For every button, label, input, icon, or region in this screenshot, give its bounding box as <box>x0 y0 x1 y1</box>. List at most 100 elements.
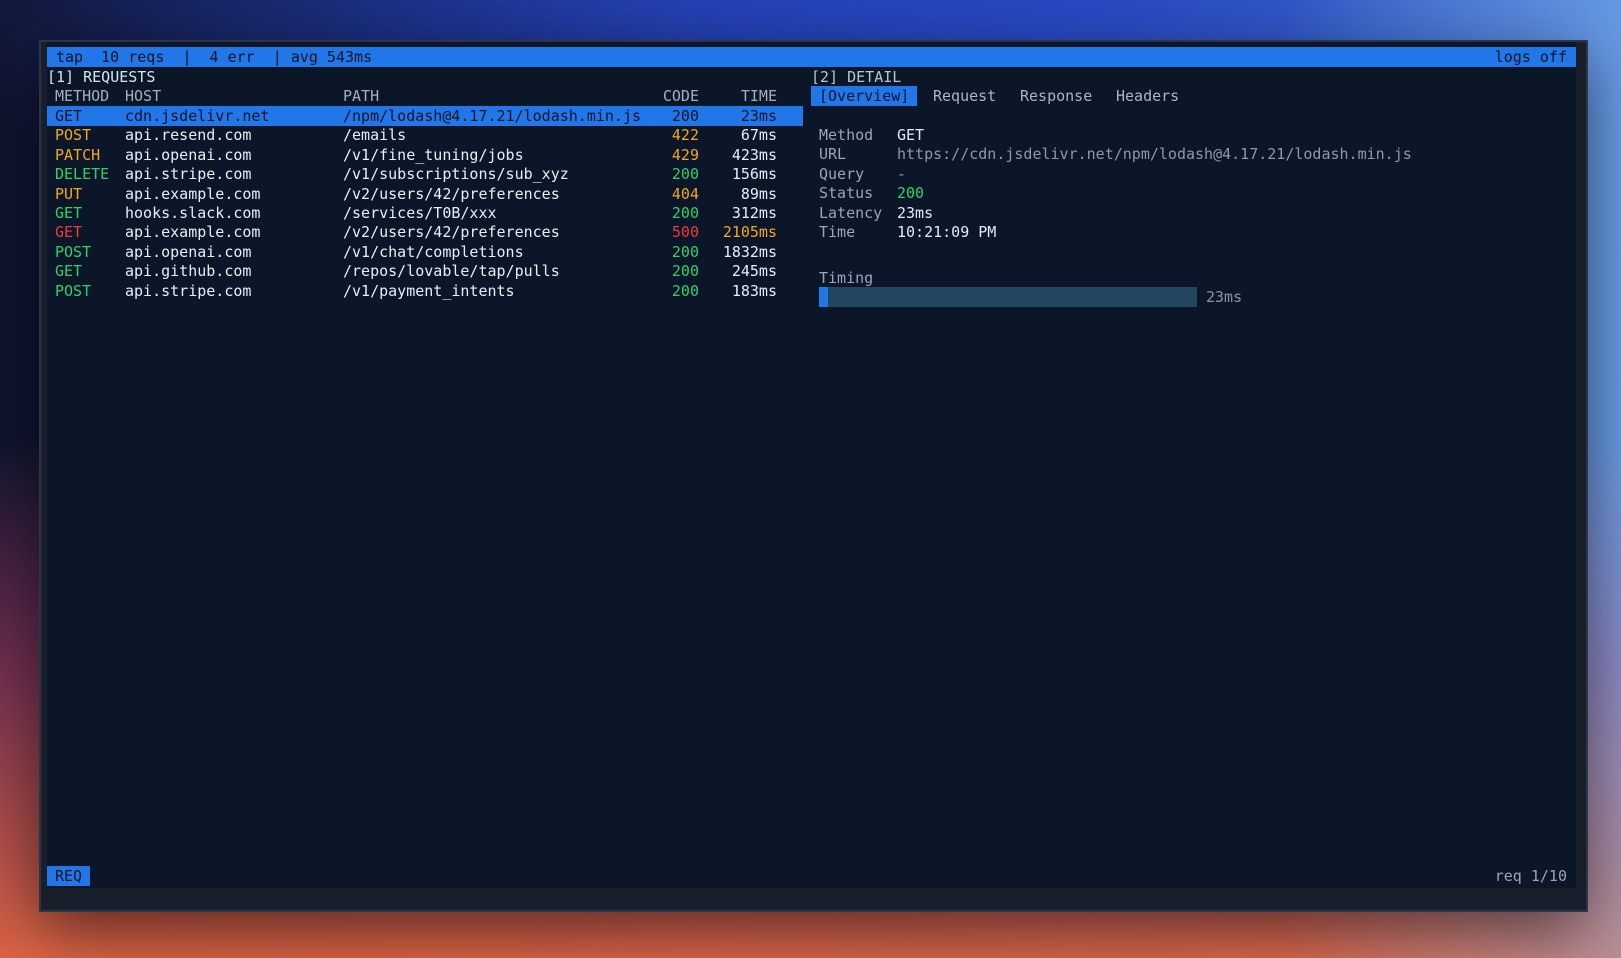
request-duration: 156ms <box>731 165 777 184</box>
field-label: Status <box>819 184 874 203</box>
request-path: /repos/lovable/tap/pulls <box>343 262 560 281</box>
request-method: GET <box>55 107 83 125</box>
column-header-host: HOST <box>125 87 162 105</box>
status-code: 200 <box>671 281 699 300</box>
average-latency: avg 543ms <box>290 48 373 66</box>
request-path: /services/T0B/xxx <box>343 204 497 222</box>
terminal-bottom-border <box>41 888 1586 910</box>
timing-bar <box>819 287 1197 307</box>
requests-panel-title[interactable]: [1] REQUESTS <box>47 67 155 87</box>
field-value: 23ms <box>897 203 934 222</box>
request-method: POST <box>55 126 92 145</box>
request-path: /v1/fine_tuning/jobs <box>343 145 524 164</box>
request-path: /v1/subscriptions/sub_xyz <box>343 165 569 184</box>
table-row[interactable]: GET cdn.jsdelivr.net/npm/lodash@4.17.21/l… <box>47 106 803 126</box>
request-host: api.openai.com <box>125 145 252 164</box>
request-method: GET <box>55 204 83 222</box>
request-path: /v2/users/42/preferences <box>343 184 560 203</box>
request-duration: 183ms <box>731 281 777 300</box>
table-row[interactable]: POST api.openai.com/v1/chat/completions 20… <box>47 242 803 262</box>
request-host: api.github.com <box>125 262 252 281</box>
request-path: /emails <box>343 126 407 145</box>
request-host: api.stripe.com <box>125 165 252 184</box>
table-row[interactable]: PUT api.example.com/v2/users/42/preferenc… <box>47 184 803 204</box>
column-header-code: CODE <box>662 87 699 105</box>
top-status-bar: tap 10 reqs | 4 err | avg 543ms logs off <box>47 47 1576 67</box>
request-duration: 312ms <box>731 204 777 222</box>
field-value: - <box>897 164 907 183</box>
logs-toggle[interactable]: logs off <box>1495 47 1567 67</box>
error-count: 4 err <box>209 48 255 66</box>
field-value: 10:21:09 PM <box>897 223 997 241</box>
column-header-time: TIME <box>740 87 777 105</box>
app-name: tap <box>56 48 84 66</box>
request-host: api.resend.com <box>125 126 252 145</box>
field-label: Latency <box>819 203 883 222</box>
table-row[interactable]: GET api.example.com/v2/users/42/preferenc… <box>47 222 803 242</box>
table-row[interactable]: PATCH api.openai.com/v1/fine_tuning/jobs 4… <box>47 145 803 165</box>
requests-table-header: METHOD HOST PATH CODE TIME <box>47 86 803 106</box>
field-label: Time <box>819 223 856 241</box>
field-label: Method <box>819 126 874 144</box>
request-method: POST <box>55 281 92 300</box>
request-method: PATCH <box>55 145 101 164</box>
request-duration: 1832ms <box>722 242 777 261</box>
request-duration: 423ms <box>731 145 777 164</box>
table-row[interactable]: POST api.stripe.com/v1/payment_intents 200… <box>47 281 803 301</box>
field-label: Query <box>819 164 865 183</box>
field-label: URL <box>819 145 847 164</box>
request-duration: 89ms <box>740 184 777 203</box>
mode-badge: REQ <box>47 866 91 886</box>
separator: | <box>182 48 192 66</box>
status-code: 200 <box>671 242 699 261</box>
status-code: 200 <box>671 204 699 222</box>
request-method: PUT <box>55 184 83 203</box>
request-method: GET <box>55 223 83 242</box>
status-code: 200 <box>671 262 699 281</box>
request-duration: 67ms <box>740 126 777 145</box>
request-host: cdn.jsdelivr.net <box>125 107 270 125</box>
tab-headers[interactable]: Headers <box>1116 86 1179 106</box>
terminal-right-border <box>1576 42 1586 910</box>
request-host: api.openai.com <box>125 242 252 261</box>
request-host: hooks.slack.com <box>125 204 261 222</box>
request-host: api.stripe.com <box>125 281 252 300</box>
terminal-window: tap 10 reqs | 4 err | avg 543ms logs off… <box>41 42 1586 910</box>
request-method: POST <box>55 242 92 261</box>
detail-panel-title[interactable]: [2] DETAIL <box>811 67 901 87</box>
request-path: /npm/lodash@4.17.21/lodash.min.js <box>343 107 642 125</box>
request-position: req 1/10 <box>1494 867 1567 885</box>
table-row[interactable]: GET api.github.com/repos/lovable/tap/pull… <box>47 261 803 281</box>
tab-overview[interactable]: [Overview] <box>811 86 918 106</box>
request-path: /v1/chat/completions <box>343 242 524 261</box>
separator: | <box>272 48 282 66</box>
status-code: 429 <box>671 145 699 164</box>
timing-label: Timing <box>819 269 874 287</box>
tab-request[interactable]: Request <box>933 86 996 106</box>
column-header-path: PATH <box>343 87 380 105</box>
field-value: 200 <box>897 184 925 203</box>
top-status-summary: tap 10 reqs | 4 err | avg 543ms <box>56 47 372 67</box>
table-row[interactable]: POST api.resend.com/emails 422 67ms <box>47 125 803 145</box>
tab-response[interactable]: Response <box>1020 86 1092 106</box>
timing-value: 23ms <box>1206 288 1243 306</box>
column-header-method: METHOD <box>55 87 110 105</box>
request-method: GET <box>55 262 83 281</box>
table-row[interactable]: GET hooks.slack.com/services/T0B/xxx 200 31… <box>47 203 803 223</box>
request-duration: 2105ms <box>722 223 777 242</box>
status-code: 422 <box>671 126 699 145</box>
status-code: 500 <box>671 223 699 242</box>
request-duration: 245ms <box>731 262 777 281</box>
field-value: GET <box>897 126 925 144</box>
table-row[interactable]: DELETE api.stripe.com/v1/subscriptions/su… <box>47 164 803 184</box>
request-duration: 23ms <box>740 107 777 125</box>
request-path: /v1/payment_intents <box>343 281 515 300</box>
status-code: 200 <box>671 165 699 184</box>
request-path: /v2/users/42/preferences <box>343 223 560 242</box>
status-code: 200 <box>671 107 699 125</box>
request-count: 10 reqs <box>101 48 165 66</box>
field-value: https://cdn.jsdelivr.net/npm/lodash@4.17… <box>897 145 1412 164</box>
status-code: 404 <box>671 184 699 203</box>
request-host: api.example.com <box>125 184 261 203</box>
request-method: DELETE <box>55 165 110 184</box>
